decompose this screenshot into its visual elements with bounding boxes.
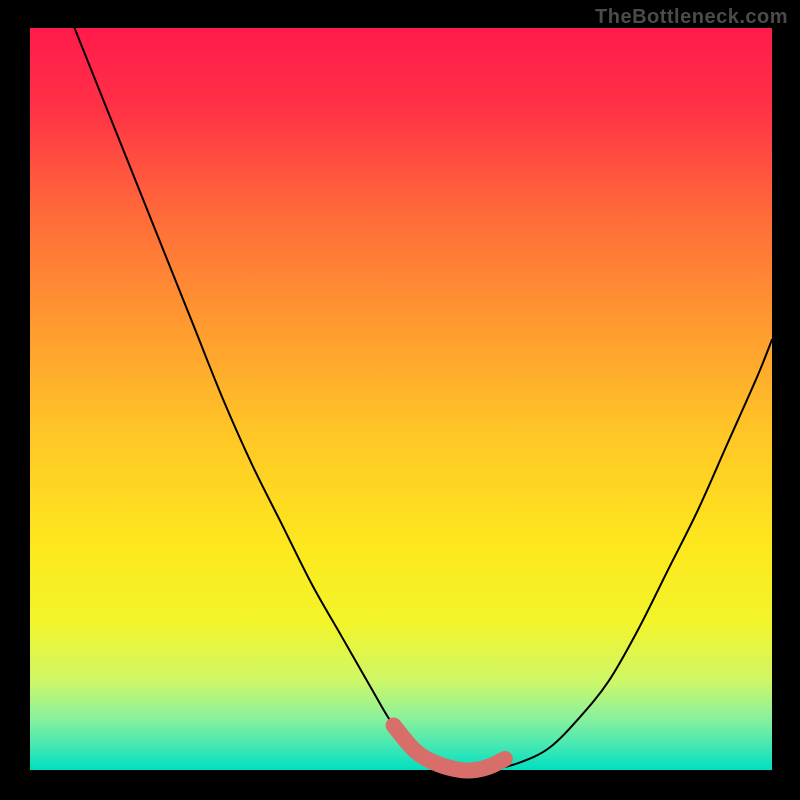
plot-background: [30, 28, 772, 770]
watermark-text: TheBottleneck.com: [595, 6, 788, 29]
outer-frame: TheBottleneck.com: [0, 0, 800, 800]
bottleneck-chart: [0, 0, 800, 800]
